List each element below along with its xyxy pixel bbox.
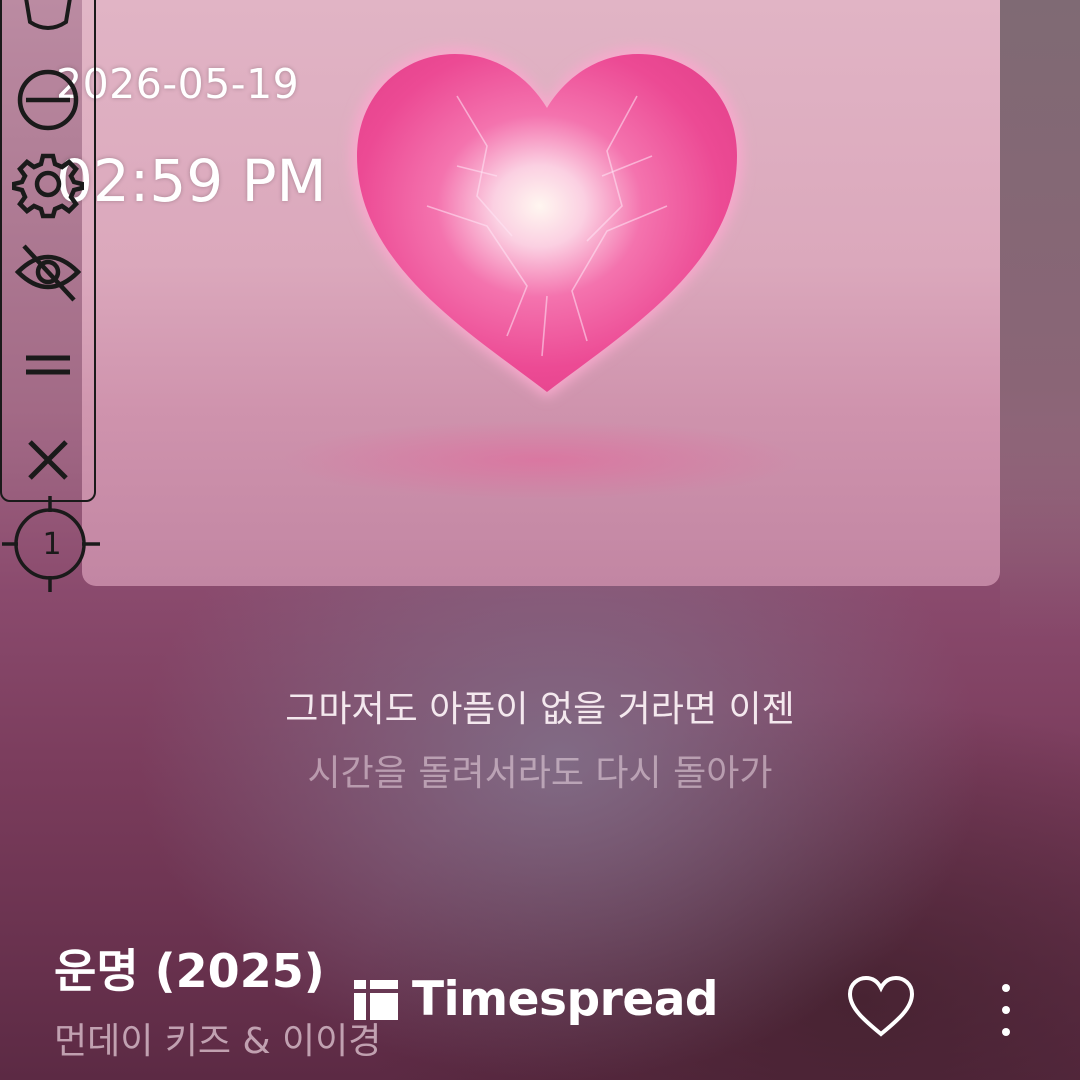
watermark-text: Timespread [412, 972, 719, 1027]
watermark: Timespread [354, 972, 719, 1027]
lyric-current-line[interactable]: 그마저도 아픔이 없을 거라면 이젠 [0, 680, 1080, 732]
minus-circle-icon[interactable] [12, 64, 84, 136]
shield-icon[interactable] [12, 0, 84, 64]
gear-icon[interactable] [12, 148, 84, 220]
close-icon[interactable] [12, 424, 84, 496]
timespread-logo-icon [354, 978, 398, 1022]
lyric-next-line[interactable]: 시간을 돌려서라도 다시 돌아가 [0, 744, 1080, 796]
background-edge [1000, 0, 1080, 640]
heart-artwork [337, 36, 757, 416]
more-vertical-icon[interactable] [990, 980, 1022, 1040]
heart-icon[interactable] [846, 974, 916, 1040]
eye-off-icon[interactable] [12, 236, 84, 308]
song-title[interactable]: 운명 (2025) [54, 948, 325, 994]
drag-handle-icon[interactable] [12, 328, 84, 400]
badge-number: 1 [42, 526, 62, 562]
floating-toolbar [0, 0, 96, 502]
crosshair-badge[interactable]: 1 [0, 492, 104, 596]
time-overlay: 02:59 PM [56, 147, 327, 215]
song-artist[interactable]: 먼데이 키즈 & 이이경 [54, 1024, 381, 1060]
